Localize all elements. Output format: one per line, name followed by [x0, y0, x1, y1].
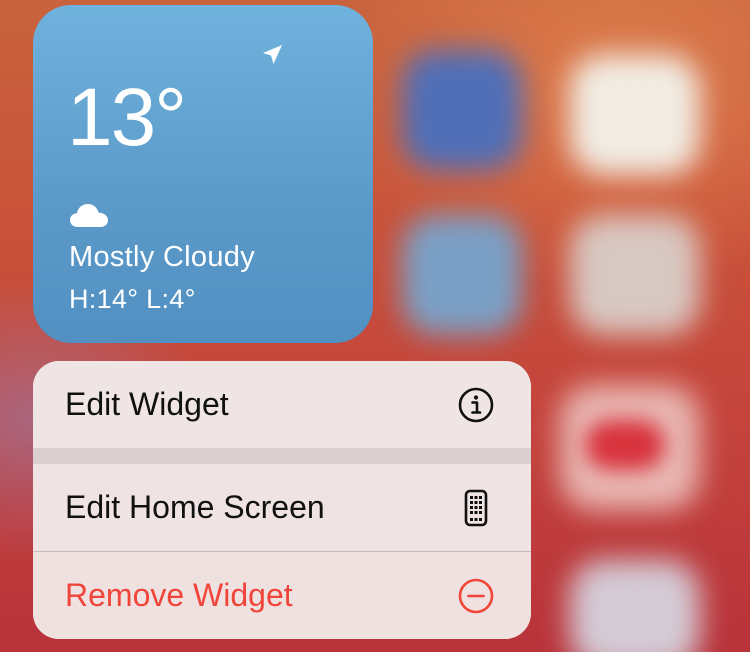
blurred-app-icon	[402, 50, 522, 170]
phone-icon	[464, 489, 488, 526]
menu-group-separator	[33, 448, 531, 464]
edit-widget-menu-item[interactable]: Edit Widget	[33, 361, 531, 448]
menu-item-label: Remove Widget	[65, 577, 293, 613]
remove-widget-menu-item[interactable]: Remove Widget	[33, 552, 531, 639]
edit-home-screen-menu-item[interactable]: Edit Home Screen	[33, 464, 531, 551]
blurred-app-icon	[402, 215, 522, 335]
high-low-temperature: H:14° L:4°	[69, 284, 196, 314]
minus-circle-icon	[458, 578, 494, 613]
widget-context-menu: Edit Widget Edit Home Screen Remove Widg…	[33, 361, 531, 639]
temperature: 13°	[67, 72, 187, 163]
blurred-app-icon	[570, 55, 700, 175]
info-circle-icon	[458, 387, 494, 422]
location-arrow-icon	[263, 45, 282, 64]
weather-condition: Mostly Cloudy	[69, 241, 256, 273]
blurred-app-icon	[570, 215, 700, 335]
cloud-icon	[70, 204, 108, 227]
blurred-app-icon	[570, 560, 700, 652]
weather-widget[interactable]: 13° Mostly Cloudy H:14° L:4°	[33, 5, 373, 343]
blurred-app-icon-detail	[585, 420, 665, 470]
menu-item-label: Edit Widget	[65, 386, 229, 422]
menu-item-label: Edit Home Screen	[65, 489, 325, 525]
